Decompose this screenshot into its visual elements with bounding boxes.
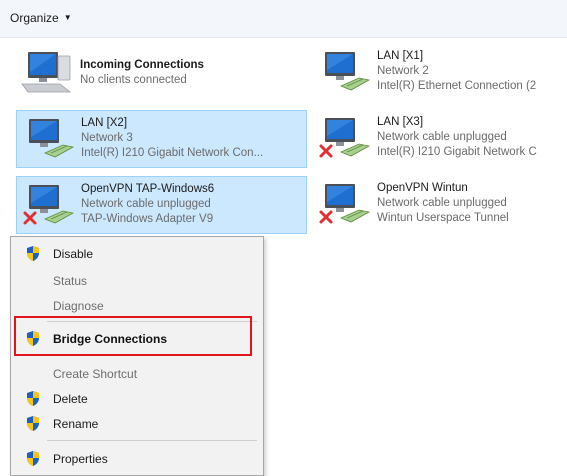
connection-status: No clients connected bbox=[80, 74, 187, 86]
connection-name: Incoming Connections bbox=[80, 59, 204, 71]
connection-device: Intel(R) Ethernet Connection (2 bbox=[377, 80, 537, 92]
connection-openvpn-tap[interactable]: OpenVPN TAP-Windows6 Network cable unplu… bbox=[16, 176, 307, 234]
network-adapter-icon bbox=[325, 52, 371, 91]
connection-device: TAP-Windows Adapter V9 bbox=[81, 213, 214, 225]
connection-status: Network cable unplugged bbox=[377, 197, 507, 209]
bridge-connections-highlight bbox=[14, 316, 252, 356]
menu-item-label: Diagnose bbox=[53, 298, 104, 313]
connection-name: OpenVPN TAP-Windows6 bbox=[81, 183, 215, 195]
connection-openvpn-wintun[interactable]: OpenVPN Wintun Network cable unplugged W… bbox=[313, 176, 567, 234]
network-adapter-icon bbox=[29, 119, 75, 158]
connection-status: Network 3 bbox=[81, 132, 133, 144]
organize-menu-button[interactable]: Organize ▼ bbox=[10, 11, 72, 25]
connection-incoming[interactable]: Incoming Connections No clients connecte… bbox=[16, 44, 306, 102]
menu-item-delete[interactable]: Delete bbox=[11, 386, 263, 411]
connection-name: LAN [X1] bbox=[377, 50, 424, 62]
context-menu: Disable Status Diagnose Bridge Connectio… bbox=[10, 236, 264, 476]
connection-device: Intel(R) I210 Gigabit Network Con... bbox=[81, 147, 264, 159]
connection-name: LAN [X2] bbox=[81, 117, 128, 129]
menu-separator bbox=[47, 440, 257, 441]
connection-status: Network 2 bbox=[377, 65, 429, 77]
shield-icon bbox=[27, 246, 39, 261]
connection-lan-x3[interactable]: LAN [X3] Network cable unplugged Intel(R… bbox=[313, 110, 567, 168]
menu-item-properties[interactable]: Properties bbox=[11, 446, 263, 471]
error-x-icon bbox=[319, 210, 333, 224]
organize-label: Organize bbox=[10, 11, 59, 25]
menu-item-label: Create Shortcut bbox=[53, 366, 138, 381]
network-adapter-icon bbox=[23, 185, 75, 225]
chevron-down-icon: ▼ bbox=[63, 13, 72, 22]
menu-item-diagnose[interactable]: Diagnose bbox=[11, 293, 263, 318]
error-x-icon bbox=[23, 211, 37, 225]
error-x-icon bbox=[319, 144, 333, 158]
connection-status: Network cable unplugged bbox=[377, 131, 507, 143]
connection-device: Wintun Userspace Tunnel bbox=[377, 212, 509, 224]
shield-icon bbox=[27, 416, 39, 431]
menu-item-label: Disable bbox=[53, 246, 94, 261]
connection-name: LAN [X3] bbox=[377, 116, 424, 128]
menu-item-rename[interactable]: Rename bbox=[11, 411, 263, 436]
network-adapter-icon bbox=[319, 184, 371, 224]
connection-lan-x1[interactable]: LAN [X1] Network 2 Intel(R) Ethernet Con… bbox=[313, 44, 567, 102]
connection-status: Network cable unplugged bbox=[81, 198, 211, 210]
connection-lan-x2[interactable]: LAN [X2] Network 3 Intel(R) I210 Gigabit… bbox=[16, 110, 307, 168]
shield-icon bbox=[27, 391, 39, 406]
menu-item-create-shortcut[interactable]: Create Shortcut bbox=[11, 361, 263, 386]
command-bar: Organize ▼ bbox=[0, 0, 567, 38]
network-adapter-icon bbox=[319, 118, 371, 158]
menu-item-label: Status bbox=[53, 273, 88, 288]
connection-name: OpenVPN Wintun bbox=[377, 182, 468, 194]
shield-icon bbox=[27, 451, 39, 466]
connection-device: Intel(R) I210 Gigabit Network C bbox=[377, 146, 537, 158]
menu-item-label: Delete bbox=[53, 391, 88, 406]
menu-item-label: Rename bbox=[53, 416, 99, 431]
menu-item-label: Properties bbox=[53, 451, 108, 466]
menu-item-disable[interactable]: Disable bbox=[11, 241, 263, 266]
incoming-connections-monitor-icon bbox=[21, 52, 72, 93]
menu-item-status[interactable]: Status bbox=[11, 268, 263, 293]
